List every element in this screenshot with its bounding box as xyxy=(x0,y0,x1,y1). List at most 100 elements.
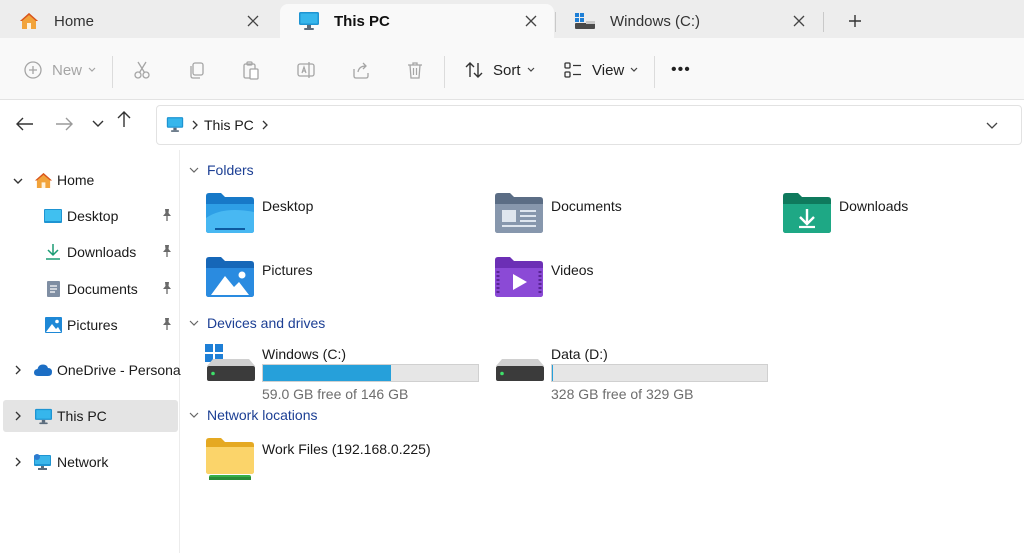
drive-name: Data (D:) xyxy=(551,346,608,362)
drive-free-space: 59.0 GB free of 146 GB xyxy=(262,386,409,402)
computer-icon xyxy=(33,406,53,426)
tab-windows-c[interactable]: Windows (C:) xyxy=(556,4,822,38)
recent-locations-button[interactable] xyxy=(86,112,110,136)
folder-pictures[interactable]: Pictures xyxy=(205,256,313,316)
chevron-down-icon xyxy=(189,412,201,419)
sidebar-item-onedrive[interactable]: OneDrive - Personal xyxy=(33,354,184,386)
folder-videos[interactable]: Videos xyxy=(494,256,594,316)
pin-icon[interactable] xyxy=(161,208,173,222)
chevron-right-icon[interactable] xyxy=(11,363,25,377)
tab-divider xyxy=(823,12,824,32)
tab-label: Home xyxy=(54,12,95,30)
sidebar-item-home[interactable]: Home xyxy=(33,164,94,196)
drive-windows-c[interactable]: Windows (C:) 59.0 GB free of 146 GB xyxy=(205,344,485,404)
new-button[interactable]: New xyxy=(22,55,96,85)
home-icon xyxy=(18,10,40,32)
network-location-name: Work Files (192.168.0.225) xyxy=(262,441,431,457)
sidebar-item-label: Pictures xyxy=(67,317,118,333)
up-button[interactable] xyxy=(112,107,136,131)
tab-this-pc[interactable]: This PC xyxy=(280,4,554,38)
new-label: New xyxy=(52,61,83,79)
section-title: Devices and drives xyxy=(207,315,326,331)
sidebar-item-pictures[interactable]: Pictures xyxy=(43,309,171,341)
section-title: Folders xyxy=(207,162,254,178)
chevron-right-icon[interactable] xyxy=(262,120,268,130)
folder-desktop[interactable]: Desktop xyxy=(205,192,313,252)
close-icon[interactable] xyxy=(788,10,810,32)
delete-button[interactable] xyxy=(404,55,426,85)
pin-icon[interactable] xyxy=(161,317,173,331)
new-tab-button[interactable] xyxy=(842,8,868,34)
drive-icon xyxy=(574,10,596,32)
pin-icon[interactable] xyxy=(161,244,173,258)
sidebar-item-network[interactable]: Network xyxy=(33,446,108,478)
sidebar-item-documents[interactable]: Documents xyxy=(43,273,171,305)
toolbar-divider xyxy=(444,56,445,88)
chevron-down-icon[interactable] xyxy=(11,174,25,188)
network-location-work-files[interactable]: Work Files (192.168.0.225) xyxy=(205,437,431,487)
plus-icon xyxy=(849,15,861,27)
network-folder-icon xyxy=(205,437,255,483)
section-header-network[interactable]: Network locations xyxy=(189,407,318,423)
drive-data-d[interactable]: Data (D:) 328 GB free of 329 GB xyxy=(494,344,774,404)
chevron-right-icon[interactable] xyxy=(11,455,25,469)
close-icon[interactable] xyxy=(242,10,264,32)
chevron-down-icon xyxy=(92,120,104,127)
chevron-right-icon[interactable] xyxy=(11,409,25,423)
paste-button[interactable] xyxy=(240,55,262,85)
sidebar-item-label: Desktop xyxy=(67,208,119,224)
folder-name: Downloads xyxy=(839,198,909,214)
folder-name: Desktop xyxy=(262,198,314,214)
chevron-down-icon xyxy=(189,167,201,174)
download-icon xyxy=(43,242,63,262)
sidebar-item-label: This PC xyxy=(57,408,107,424)
address-history-dropdown[interactable] xyxy=(983,117,1001,135)
drive-usage-fill xyxy=(552,365,553,381)
rename-button[interactable] xyxy=(295,55,317,85)
share-button[interactable] xyxy=(350,55,372,85)
close-icon[interactable] xyxy=(520,10,542,32)
section-header-drives[interactable]: Devices and drives xyxy=(189,315,325,331)
desktop-folder-icon xyxy=(205,192,255,238)
home-icon xyxy=(33,170,53,190)
more-options-icon: ••• xyxy=(671,61,691,78)
cut-button[interactable] xyxy=(131,55,153,85)
folder-name: Pictures xyxy=(262,262,313,278)
scissors-icon xyxy=(131,59,153,81)
arrow-up-icon xyxy=(117,111,131,127)
share-icon xyxy=(350,59,372,81)
drive-usage-bar xyxy=(551,364,768,382)
sidebar-item-this-pc[interactable]: This PC xyxy=(33,400,107,432)
address-bar[interactable]: This PC xyxy=(156,105,1022,145)
sort-button[interactable]: Sort xyxy=(463,55,535,85)
tab-home[interactable]: Home xyxy=(0,4,276,38)
pin-icon[interactable] xyxy=(161,281,173,295)
toolbar-divider xyxy=(654,56,655,88)
sort-label: Sort xyxy=(493,61,521,79)
back-button[interactable] xyxy=(13,112,37,136)
tab-label: This PC xyxy=(334,12,390,30)
videos-folder-icon xyxy=(494,256,544,302)
drive-usage-fill xyxy=(263,365,392,381)
plus-circle-icon xyxy=(22,59,44,81)
command-bar: New Sort View ••• xyxy=(0,38,1024,100)
sidebar-item-desktop[interactable]: Desktop xyxy=(43,200,171,232)
sidebar-item-downloads[interactable]: Downloads xyxy=(43,236,171,268)
copy-button[interactable] xyxy=(186,55,208,85)
breadcrumb-this-pc[interactable]: This PC xyxy=(204,117,254,133)
trash-icon xyxy=(404,59,426,81)
tab-strip: Home This PC Windows (C:) xyxy=(0,0,1024,38)
folder-downloads[interactable]: Downloads xyxy=(782,192,908,252)
section-header-folders[interactable]: Folders xyxy=(189,162,254,178)
forward-button[interactable] xyxy=(52,112,76,136)
chevron-down-icon xyxy=(986,122,998,129)
view-label: View xyxy=(592,61,625,79)
view-button[interactable]: View xyxy=(562,55,638,85)
computer-icon xyxy=(166,116,184,134)
toolbar-divider xyxy=(112,56,113,88)
chevron-right-icon[interactable] xyxy=(192,120,198,130)
more-options-button[interactable]: ••• xyxy=(671,55,691,85)
sort-icon xyxy=(463,59,485,81)
folder-documents[interactable]: Documents xyxy=(494,192,622,252)
chevron-down-icon xyxy=(189,320,201,327)
